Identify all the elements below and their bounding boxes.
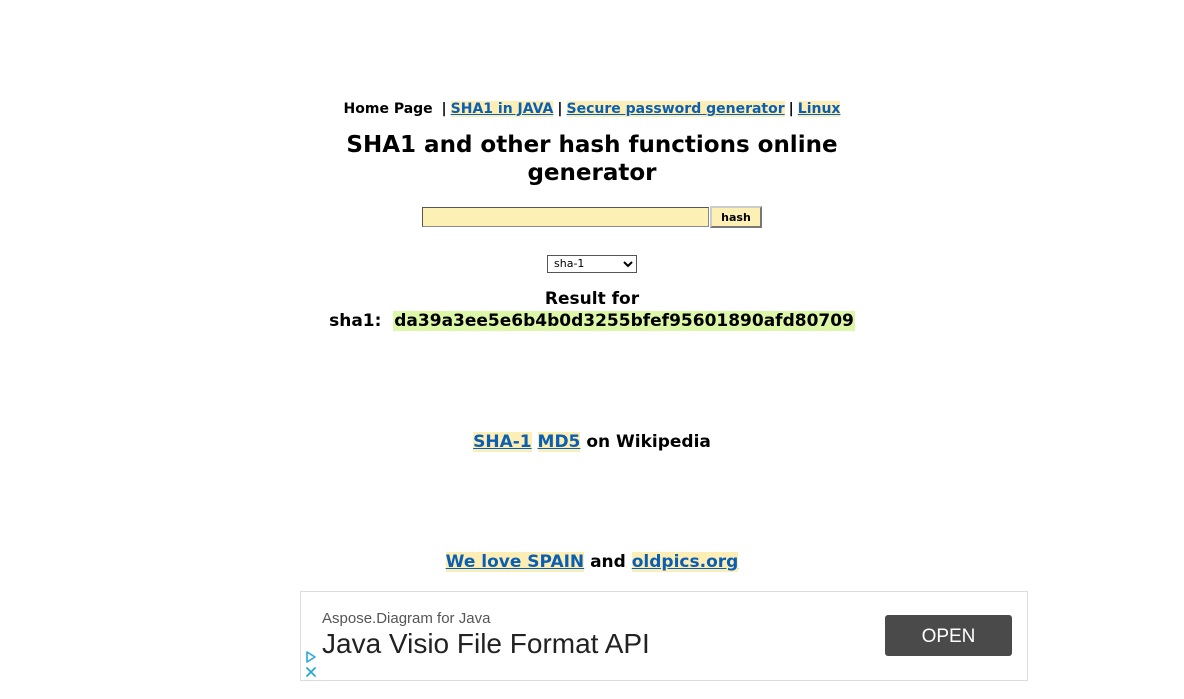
result-label: Result for xyxy=(544,289,640,309)
footer-links: We love SPAIN and oldpics.org xyxy=(0,551,1184,573)
algorithm-select-row: sha-1 xyxy=(0,252,1184,273)
hash-form: hash xyxy=(0,206,1184,231)
result-algo-prefix: sha1: xyxy=(329,311,382,331)
nav-separator: | xyxy=(441,101,447,117)
ad-open-button[interactable]: OPEN xyxy=(885,615,1012,656)
footer-joiner-text: and xyxy=(590,552,626,572)
footer-link-oldpics[interactable]: oldpics.org xyxy=(631,552,739,572)
ad-advertiser[interactable]: Aspose.Diagram for Java xyxy=(322,610,490,627)
top-navigation: Home Page | SHA1 in JAVA | Secure password … xyxy=(0,100,1184,118)
close-icon[interactable] xyxy=(304,665,318,679)
wikipedia-links: SHA-1 MD5 on Wikipedia xyxy=(0,431,1184,453)
nav-separator: | xyxy=(788,101,794,117)
adchoices-play-icon[interactable] xyxy=(304,650,318,664)
hash-text-input[interactable] xyxy=(422,207,709,227)
result-line: sha1: da39a3ee5e6b4b0d3255bfef95601890af… xyxy=(0,311,1184,332)
wiki-link-md5[interactable]: MD5 xyxy=(537,432,581,452)
algorithm-select[interactable]: sha-1 xyxy=(547,254,637,273)
footer-link-spain[interactable]: We love SPAIN xyxy=(445,552,585,572)
nav-link-sha1-java[interactable]: SHA1 in JAVA xyxy=(450,101,554,117)
nav-link-password-generator[interactable]: Secure password generator xyxy=(566,101,785,117)
nav-home-text: Home Page xyxy=(343,101,433,117)
result-hash-value: da39a3ee5e6b4b0d3255bfef95601890afd80709 xyxy=(393,311,855,331)
ad-headline[interactable]: Java Visio File Format API xyxy=(322,628,650,660)
wiki-suffix-text: on Wikipedia xyxy=(586,432,711,452)
page-title-wrapper: SHA1 and other hash functions online gen… xyxy=(0,131,1184,187)
page: Home Page | SHA1 in JAVA | Secure password … xyxy=(0,0,1184,699)
nav-separator: | xyxy=(557,101,563,117)
page-title: SHA1 and other hash functions online gen… xyxy=(346,132,838,186)
ad-banner[interactable]: Aspose.Diagram for Java Java Visio File … xyxy=(300,591,1028,681)
nav-link-linux[interactable]: Linux xyxy=(797,101,841,117)
wiki-link-sha1[interactable]: SHA-1 xyxy=(473,432,532,452)
hash-button[interactable]: hash xyxy=(710,206,762,228)
